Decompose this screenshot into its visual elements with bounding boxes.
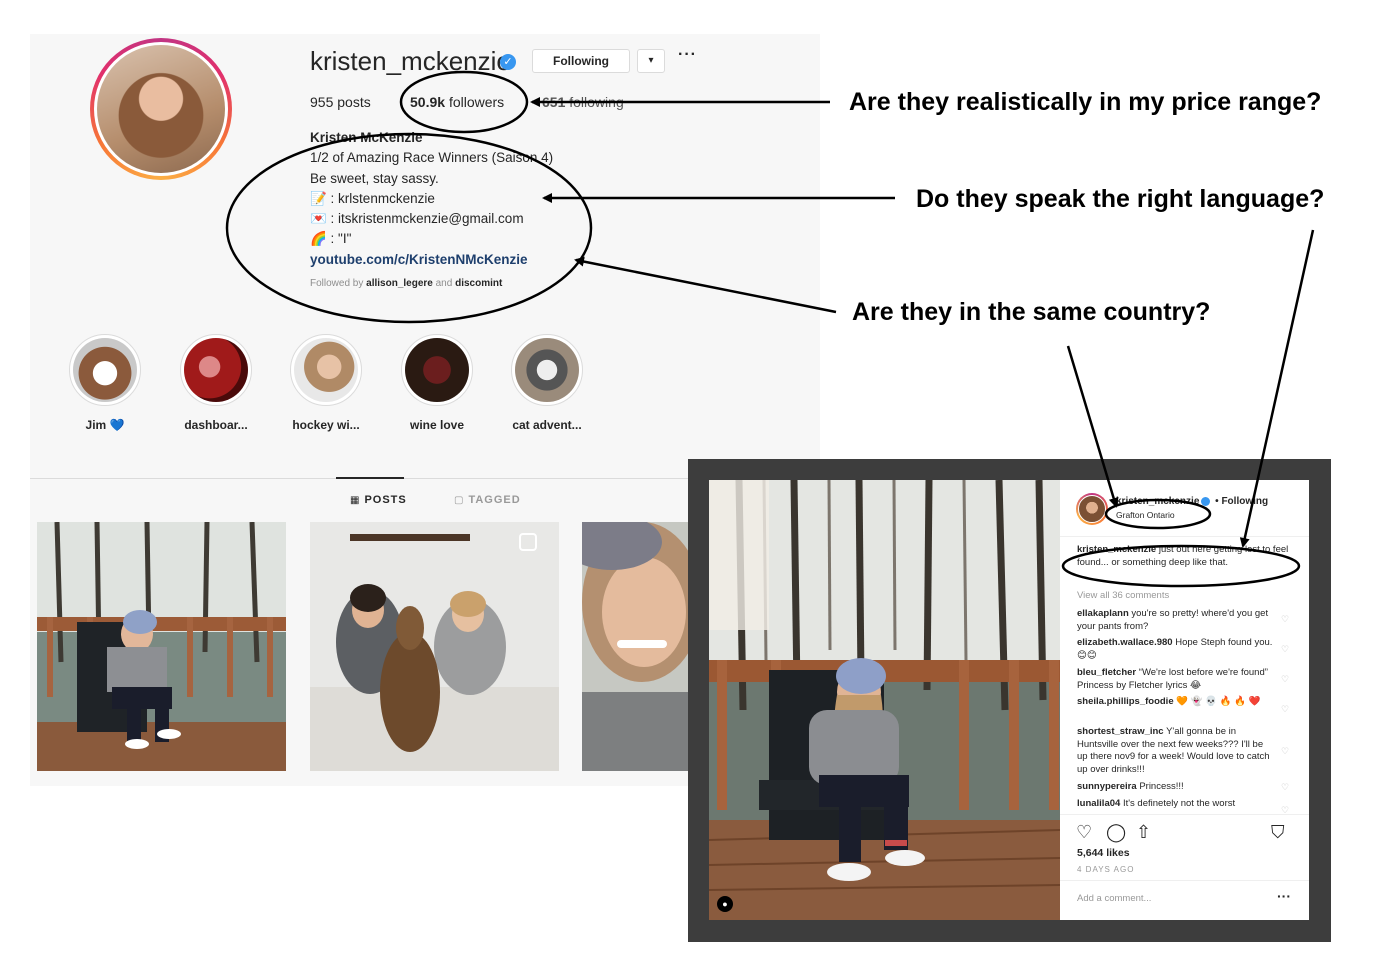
comment-item: lunalila04 It's definetely not the worst [1077, 798, 1236, 809]
highlight-item[interactable]: cat advent... [502, 334, 592, 432]
comment-item: bleu_fletcher “We're lost before we're f… [1077, 667, 1268, 691]
followed-user-link[interactable]: discomint [455, 278, 502, 289]
profile-username: kristen_mckenzie [310, 46, 511, 76]
post-location[interactable]: Grafton Ontario [1116, 510, 1175, 520]
comment-item: sunnypereira Princess!!! [1077, 781, 1184, 792]
annotation-country-question: Are they in the same country? [852, 298, 1211, 326]
annotation-language-question: Do they speak the right language? [916, 185, 1325, 213]
like-heart-icon[interactable]: ♡ [1076, 822, 1092, 843]
comment-like-icon[interactable]: ♡ [1280, 644, 1290, 654]
post-screenshot: ● kristen_mckenzie • Following Grafton O… [688, 459, 1331, 942]
followed-by: Followed by allison_legere and discomint [310, 278, 503, 290]
more-options-icon[interactable]: ··· [678, 46, 697, 64]
comment-item: sheila.phillips_foodie 🧡 👻 💀 🔥 🔥 ❤️ [1077, 696, 1261, 707]
comment-like-icon[interactable]: ♡ [1280, 674, 1290, 684]
post-header: kristen_mckenzie • Following [1116, 496, 1268, 507]
post-follow-status[interactable]: • Following [1215, 496, 1268, 507]
user-tag-icon[interactable]: ● [717, 896, 733, 912]
comment-like-icon[interactable]: ♡ [1280, 746, 1290, 756]
more-options-icon[interactable]: ··· [1277, 888, 1291, 904]
share-icon[interactable]: ⇧ [1136, 822, 1151, 843]
tab-posts[interactable]: ▦ POSTS [350, 494, 407, 506]
bio-line: Be sweet, stay sassy. [310, 170, 439, 186]
comment-item: shortest_straw_inc Y'all gonna be in Hun… [1077, 726, 1270, 775]
comment-item: ellakaplann you're so pretty! where'd yo… [1077, 608, 1269, 632]
following-button[interactable]: Following [532, 49, 630, 73]
followed-user-link[interactable]: allison_legere [366, 278, 433, 289]
comment-like-icon[interactable]: ♡ [1280, 782, 1290, 792]
tab-tagged[interactable]: ▢ TAGGED [454, 494, 521, 506]
post-time: 4 DAYS AGO [1077, 865, 1135, 874]
profile-avatar[interactable] [90, 38, 232, 180]
comment-bubble-icon[interactable]: ◯ [1106, 822, 1126, 843]
grid-post-image[interactable] [37, 522, 286, 771]
comment-like-icon[interactable]: ♡ [1280, 704, 1290, 714]
highlight-item[interactable]: hockey wi... [281, 334, 371, 432]
bio-name: Kristen McKenzie [310, 130, 423, 145]
active-tab-indicator [336, 477, 404, 479]
bio-line: 📝 : krlstenmckenzie [310, 190, 435, 206]
chevron-down-icon[interactable]: ▾ [637, 49, 665, 73]
bio-link[interactable]: youtube.com/c/KristenNMcKenzie [310, 250, 610, 270]
bio-line: 1/2 of Amazing Race Winners (Saison 4) [310, 150, 554, 166]
profile-bio: Kristen McKenzie 1/2 of Amazing Race Win… [310, 128, 610, 294]
annotation-price-question: Are they realistically in my price range… [849, 88, 1322, 116]
post-side-panel: kristen_mckenzie • Following Grafton Ont… [1060, 480, 1309, 920]
grid-post-image[interactable] [310, 522, 559, 771]
comment-item: elizabeth.wallace.980 Hope Steph found y… [1077, 637, 1273, 661]
highlight-item[interactable]: wine love [392, 334, 482, 432]
post-photo[interactable]: ● [709, 480, 1060, 920]
verified-badge-icon: ✓ [500, 54, 516, 70]
bookmark-icon[interactable]: ⛉ [1271, 822, 1285, 843]
bio-line: 💌 : itskristenmckenzie@gmail.com [310, 211, 524, 227]
view-all-comments-link[interactable]: View all 36 comments [1077, 590, 1169, 601]
bio-line: 🌈 : "I" [310, 231, 352, 247]
grid-icon: ▦ [350, 495, 361, 506]
post-avatar[interactable] [1076, 493, 1108, 525]
verified-badge-icon [1201, 496, 1211, 506]
post-caption: kristen_mckenzie just out here getting l… [1077, 544, 1289, 568]
add-comment-input[interactable]: Add a comment... [1077, 893, 1151, 904]
post-username[interactable]: kristen_mckenzie [1116, 496, 1199, 507]
posts-stat: 955 posts [310, 94, 371, 110]
likes-count[interactable]: 5,644 likes [1077, 847, 1130, 859]
highlight-item[interactable]: dashboar... [171, 334, 261, 432]
comment-like-icon[interactable]: ♡ [1280, 614, 1290, 624]
followers-stat[interactable]: 50.9k followers [410, 94, 504, 110]
following-stat[interactable]: 651 following [542, 94, 624, 110]
tag-icon: ▢ [454, 495, 465, 506]
highlight-item[interactable]: Jim 💙 [60, 334, 150, 432]
